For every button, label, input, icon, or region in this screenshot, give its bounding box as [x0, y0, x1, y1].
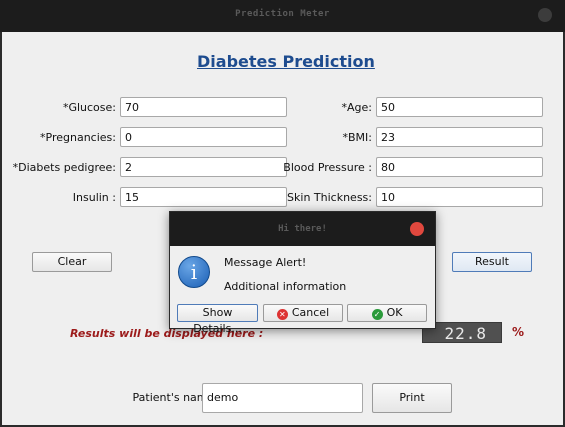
insulin-input[interactable]: 15 [120, 187, 287, 207]
check-icon: ✓ [371, 309, 383, 320]
pregnancies-label: *Pregnancies: [40, 131, 116, 144]
info-icon: i [178, 256, 210, 288]
cancel-icon: ✕ [276, 309, 288, 320]
blood-pressure-input[interactable]: 80 [376, 157, 543, 177]
skin-thickness-label: Skin Thickness: [287, 191, 372, 204]
dialog-title-bar: Hi there! [170, 212, 435, 246]
pregnancies-input[interactable]: 0 [120, 127, 287, 147]
pedigree-input[interactable]: 2 [120, 157, 287, 177]
message-dialog: Hi there! i Message Alert! Additional in… [169, 211, 436, 335]
age-input[interactable]: 50 [376, 97, 543, 117]
glucose-input[interactable]: 70 [120, 97, 287, 117]
ok-button[interactable]: ✓ OK [347, 304, 427, 322]
age-label: *Age: [341, 101, 372, 114]
pedigree-label: *Diabets pedigree: [12, 161, 116, 174]
window-close-button[interactable] [538, 8, 552, 22]
cancel-label: Cancel [291, 306, 330, 319]
percent-unit: % [512, 325, 525, 339]
page-title: Diabetes Prediction [197, 52, 375, 71]
ok-label: OK [386, 306, 403, 319]
result-value: 22.8 [444, 324, 487, 343]
bmi-label: *BMI: [342, 131, 373, 144]
dialog-close-button[interactable] [410, 222, 424, 236]
show-details-label: Show Details... [193, 306, 242, 335]
skin-thickness-input[interactable]: 10 [376, 187, 543, 207]
result-button[interactable]: Result [452, 252, 532, 272]
show-details-button[interactable]: Show Details... [177, 304, 258, 335]
glucose-label: *Glucose: [62, 101, 116, 114]
bmi-input[interactable]: 23 [376, 127, 543, 147]
window-title: Prediction Meter [235, 9, 330, 19]
dialog-additional-info: Additional information [224, 280, 347, 293]
dialog-message: Message Alert! [224, 256, 307, 269]
clear-button[interactable]: Clear [32, 252, 112, 272]
print-button[interactable]: Print [372, 383, 452, 413]
dialog-title: Hi there! [278, 224, 327, 234]
patient-name-label: Patient's name: [132, 391, 218, 404]
insulin-label: Insulin : [72, 191, 116, 204]
patient-name-input[interactable]: demo [202, 383, 363, 413]
main-title-bar: Prediction Meter [0, 0, 565, 32]
blood-pressure-label: Blood Pressure : [283, 161, 372, 174]
cancel-button[interactable]: ✕ Cancel [263, 304, 343, 322]
